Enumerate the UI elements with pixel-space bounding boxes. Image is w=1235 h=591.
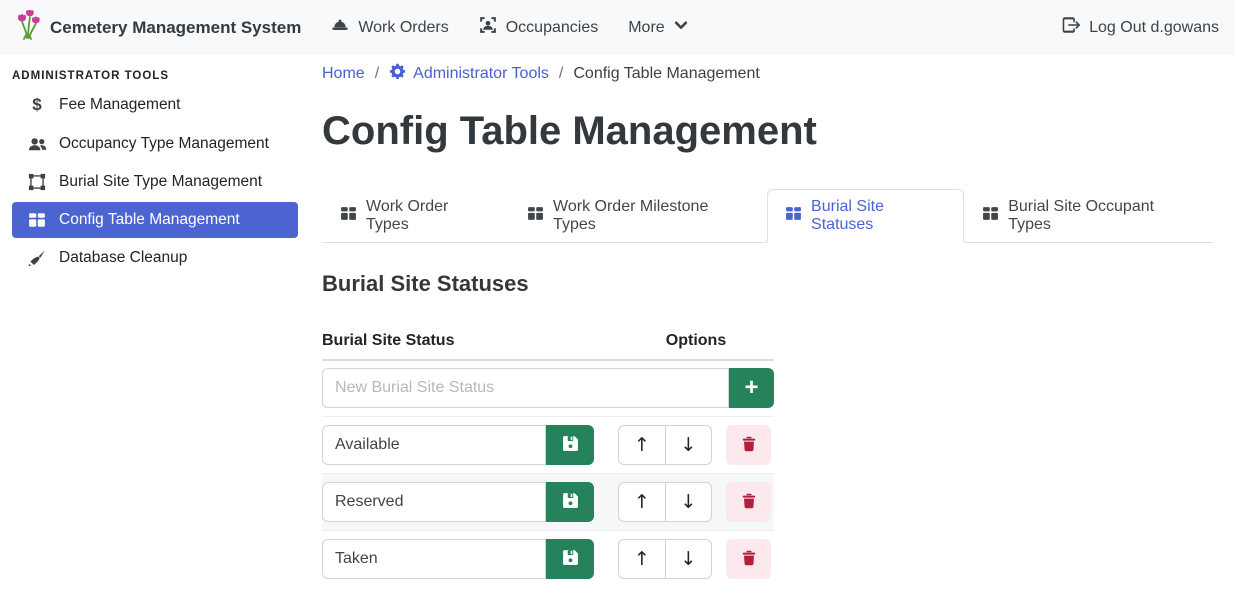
arrow-down-icon: ↓ [681, 548, 697, 570]
table-header-row: Burial Site Status Options [322, 322, 774, 361]
sidebar-item-fee-management[interactable]: $ Fee Management [12, 86, 298, 124]
move-down-button[interactable]: ↓ [665, 539, 712, 579]
person-bounding-box-icon [479, 16, 497, 39]
tab-bar: Work Order Types Work Order Milestone Ty… [322, 189, 1213, 243]
sidebar-item-label: Config Table Management [59, 211, 240, 229]
nav-item-label: Work Orders [358, 19, 448, 37]
logout-icon [1062, 16, 1080, 39]
tab-work-order-milestone-types[interactable]: Work Order Milestone Types [509, 189, 767, 243]
sidebar-item-label: Database Cleanup [59, 249, 187, 267]
trash-icon [741, 550, 757, 569]
plus-icon: + [744, 376, 758, 400]
table-row: ↑ ↓ [322, 530, 774, 587]
sidebar-item-burial-site-type-management[interactable]: Burial Site Type Management [12, 164, 298, 200]
nav-item-label: Occupancies [506, 19, 599, 37]
save-icon [562, 492, 579, 512]
breadcrumb-current: Config Table Management [573, 65, 760, 83]
nav-work-orders[interactable]: Work Orders [331, 16, 448, 39]
arrow-up-icon: ↑ [634, 491, 650, 513]
table-icon [982, 205, 999, 227]
nav-item-label: More [628, 19, 664, 37]
hard-hat-icon [331, 16, 349, 39]
new-status-input[interactable] [322, 368, 729, 408]
sidebar-item-label: Occupancy Type Management [59, 135, 269, 153]
move-up-button[interactable]: ↑ [618, 482, 665, 522]
move-down-button[interactable]: ↓ [665, 482, 712, 522]
tab-label: Burial Site Occupant Types [1008, 198, 1195, 234]
save-icon [562, 549, 579, 569]
nav-more[interactable]: More [628, 18, 687, 37]
table-icon [340, 205, 357, 227]
reorder-group: ↑ ↓ [618, 539, 712, 579]
broom-icon [27, 249, 47, 267]
tab-work-order-types[interactable]: Work Order Types [322, 189, 509, 243]
status-name-input[interactable] [322, 539, 546, 579]
column-header-name: Burial Site Status [322, 332, 618, 350]
sidebar-heading: ADMINISTRATOR TOOLS [0, 62, 310, 84]
save-icon [562, 435, 579, 455]
new-status-row: + [322, 361, 774, 416]
table-row: ↑ ↓ [322, 473, 774, 530]
reorder-group: ↑ ↓ [618, 482, 712, 522]
chevron-down-icon [674, 18, 688, 37]
section-title: Burial Site Statuses [322, 271, 1213, 297]
breadcrumb-separator: / [375, 65, 379, 83]
breadcrumb-admin-tools-link[interactable]: Administrator Tools [389, 63, 549, 85]
trash-icon [741, 493, 757, 512]
main-content: Home / Administrator Tools / Config Tabl… [310, 55, 1235, 591]
people-icon [27, 136, 47, 153]
arrow-down-icon: ↓ [681, 491, 697, 513]
delete-button[interactable] [726, 482, 771, 522]
gear-icon [389, 63, 406, 85]
dollar-icon: $ [27, 95, 47, 115]
tab-label: Work Order Milestone Types [553, 198, 749, 234]
arrow-down-icon: ↓ [681, 434, 697, 456]
status-name-input[interactable] [322, 482, 546, 522]
table-icon [27, 211, 47, 229]
sidebar: ADMINISTRATOR TOOLS $ Fee Management Occ… [0, 55, 310, 591]
page-title: Config Table Management [322, 102, 1213, 160]
add-status-button[interactable]: + [729, 368, 774, 408]
arrow-up-icon: ↑ [634, 434, 650, 456]
table-row: ↑ ↓ [322, 416, 774, 473]
sidebar-item-label: Fee Management [59, 96, 181, 114]
brand[interactable]: Cemetery Management System [16, 10, 301, 45]
arrow-up-icon: ↑ [634, 548, 650, 570]
tab-burial-site-occupant-types[interactable]: Burial Site Occupant Types [964, 189, 1213, 243]
delete-button[interactable] [726, 425, 771, 465]
save-button[interactable] [546, 482, 594, 522]
tab-label: Work Order Types [366, 198, 491, 234]
breadcrumb-separator: / [559, 65, 563, 83]
sidebar-item-database-cleanup[interactable]: Database Cleanup [12, 240, 298, 276]
bounding-box-icon [27, 173, 47, 191]
table-icon [527, 205, 544, 227]
nav-occupancies[interactable]: Occupancies [479, 16, 599, 39]
sidebar-item-label: Burial Site Type Management [59, 173, 262, 191]
save-button[interactable] [546, 539, 594, 579]
sidebar-item-occupancy-type-management[interactable]: Occupancy Type Management [12, 126, 298, 162]
logout-button[interactable]: Log Out d.gowans [1062, 16, 1219, 39]
move-down-button[interactable]: ↓ [665, 425, 712, 465]
reorder-group: ↑ ↓ [618, 425, 712, 465]
tab-label: Burial Site Statuses [811, 198, 946, 234]
top-navbar: Cemetery Management System Work Orders [0, 0, 1235, 55]
tulip-logo-icon [16, 10, 42, 45]
app-title: Cemetery Management System [50, 18, 301, 38]
breadcrumb-label: Home [322, 65, 365, 83]
table-icon [785, 205, 802, 227]
save-button[interactable] [546, 425, 594, 465]
breadcrumb: Home / Administrator Tools / Config Tabl… [322, 62, 1213, 86]
delete-button[interactable] [726, 539, 771, 579]
move-up-button[interactable]: ↑ [618, 425, 665, 465]
logout-label: Log Out d.gowans [1089, 19, 1219, 37]
burial-site-status-table: Burial Site Status Options + [322, 322, 774, 587]
tab-burial-site-statuses[interactable]: Burial Site Statuses [767, 189, 964, 243]
status-name-input[interactable] [322, 425, 546, 465]
breadcrumb-home-link[interactable]: Home [322, 65, 365, 83]
trash-icon [741, 436, 757, 455]
column-header-options: Options [618, 332, 774, 350]
breadcrumb-label: Administrator Tools [413, 65, 549, 83]
sidebar-item-config-table-management[interactable]: Config Table Management [12, 202, 298, 238]
move-up-button[interactable]: ↑ [618, 539, 665, 579]
